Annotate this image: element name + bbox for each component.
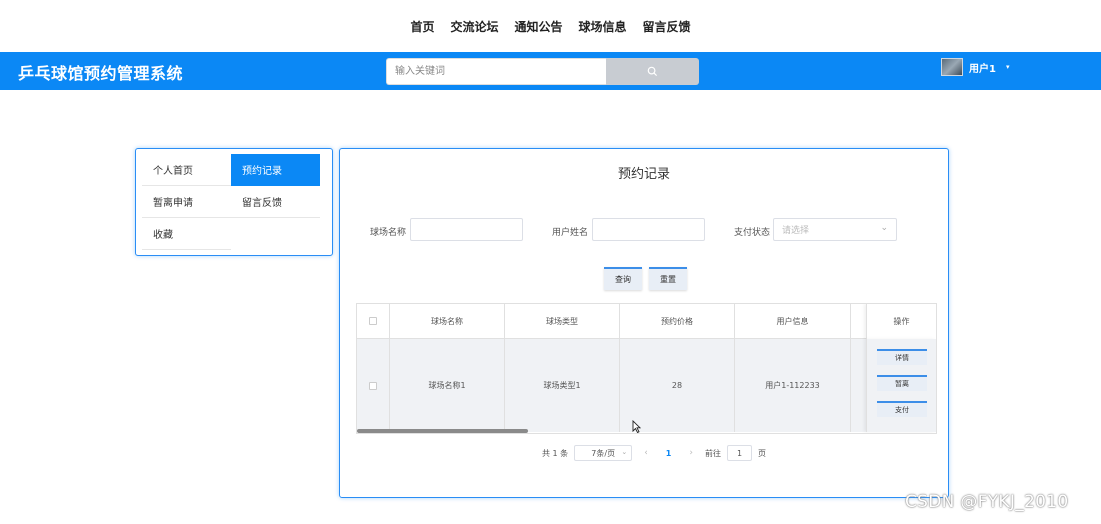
user-name-label: 用户姓名 [552,228,589,238]
row-actions: 详情 暂离 支付 [866,339,936,432]
row-checkbox[interactable] [369,381,377,390]
pay-button[interactable]: 支付 [877,401,927,417]
sidebar-item-home[interactable]: 个人首页 [142,154,231,186]
reset-button[interactable]: 重置 [649,267,687,290]
horizontal-scrollbar[interactable] [357,429,528,433]
total-count: 共 1 条 [542,448,569,458]
avatar [941,58,963,76]
prev-page-icon[interactable]: ‹ [638,448,654,458]
col-user-info: 用户信息 [735,304,851,338]
pay-status-placeholder: 请选择 [782,226,810,236]
goto-label: 前往 [704,448,721,458]
chevron-down-icon: ▾ [1005,63,1010,71]
chevron-down-icon: ⌄ [621,448,628,456]
nav-venues[interactable]: 球场信息 [579,18,627,35]
detail-button[interactable]: 详情 [877,349,927,365]
nav-forum[interactable]: 交流论坛 [450,18,498,35]
leave-button[interactable]: 暂离 [877,375,927,391]
col-actions: 操作 [866,304,936,339]
user-name-input[interactable] [592,218,705,241]
page-size-select[interactable]: 7条/页 ⌄ [574,445,633,461]
col-venue-name: 球场名称 [390,304,505,338]
search-input[interactable] [386,58,606,85]
page-suffix: 页 [757,448,766,458]
cell-price: 28 [620,339,735,432]
table-header: 球场名称 球场类型 预约价格 用户信息 [357,304,868,339]
user-name: 用户1 [969,63,996,75]
venue-name-input[interactable] [410,218,523,241]
table-row: 球场名称1 球场类型1 28 用户1-112233 [357,339,868,432]
page-title: 预约记录 [617,167,670,182]
search-bar [386,58,699,85]
col-venue-type: 球场类型 [505,304,620,338]
sidebar-item-leave[interactable]: 暂离申请 [142,186,231,218]
nav-home[interactable]: 首页 [410,18,434,35]
query-button[interactable]: 查询 [604,267,642,290]
user-menu[interactable]: 用户1 ▾ [941,58,1009,76]
pagination: 共 1 条 7条/页 ⌄ ‹ 1 › 前往 1 页 [340,445,948,461]
next-page-icon[interactable]: › [683,448,699,458]
select-all-cell [357,304,390,338]
nav-notices[interactable]: 通知公告 [514,18,562,35]
goto-page-input[interactable]: 1 [726,445,752,461]
row-select-cell [357,339,390,432]
header-bar: 乒乓球馆预约管理系统 用户1 ▾ [0,52,1101,90]
site-title: 乒乓球馆预约管理系统 [18,64,184,83]
watermark: CSDN @FYKJ_2010 [905,492,1069,512]
nav-feedback[interactable]: 留言反馈 [643,18,691,35]
bookings-table: 球场名称 球场类型 预约价格 用户信息 球场名称1 球场类型1 28 用户1-1… [356,303,937,434]
pay-status-select[interactable]: 请选择 ⌄ [773,218,897,241]
mouse-cursor-icon [632,419,642,436]
top-nav: 首页 交流论坛 通知公告 球场信息 留言反馈 [0,0,1101,52]
cell-user-info: 用户1-112233 [735,339,851,432]
sidebar-item-favorites[interactable]: 收藏 [142,218,231,250]
search-icon [647,66,658,77]
sidebar: 个人首页 预约记录 暂离申请 留言反馈 收藏 [135,148,333,256]
chevron-down-icon: ⌄ [880,223,888,233]
sidebar-item-feedback[interactable]: 留言反馈 [231,186,320,218]
main-panel: 预约记录 球场名称 用户姓名 支付状态 请选择 ⌄ 查询 重置 球场名称 球场类… [339,148,949,498]
pay-status-label: 支付状态 [734,228,771,238]
search-button[interactable] [606,58,699,85]
venue-name-label: 球场名称 [370,228,407,238]
page-size-value: 7条/页 [591,448,616,458]
cell-venue-name: 球场名称1 [390,339,505,432]
col-price: 预约价格 [620,304,735,338]
sidebar-item-bookings[interactable]: 预约记录 [231,154,320,186]
page-number[interactable]: 1 [660,449,678,458]
select-all-checkbox[interactable] [369,317,377,325]
cell-venue-type: 球场类型1 [505,339,620,432]
